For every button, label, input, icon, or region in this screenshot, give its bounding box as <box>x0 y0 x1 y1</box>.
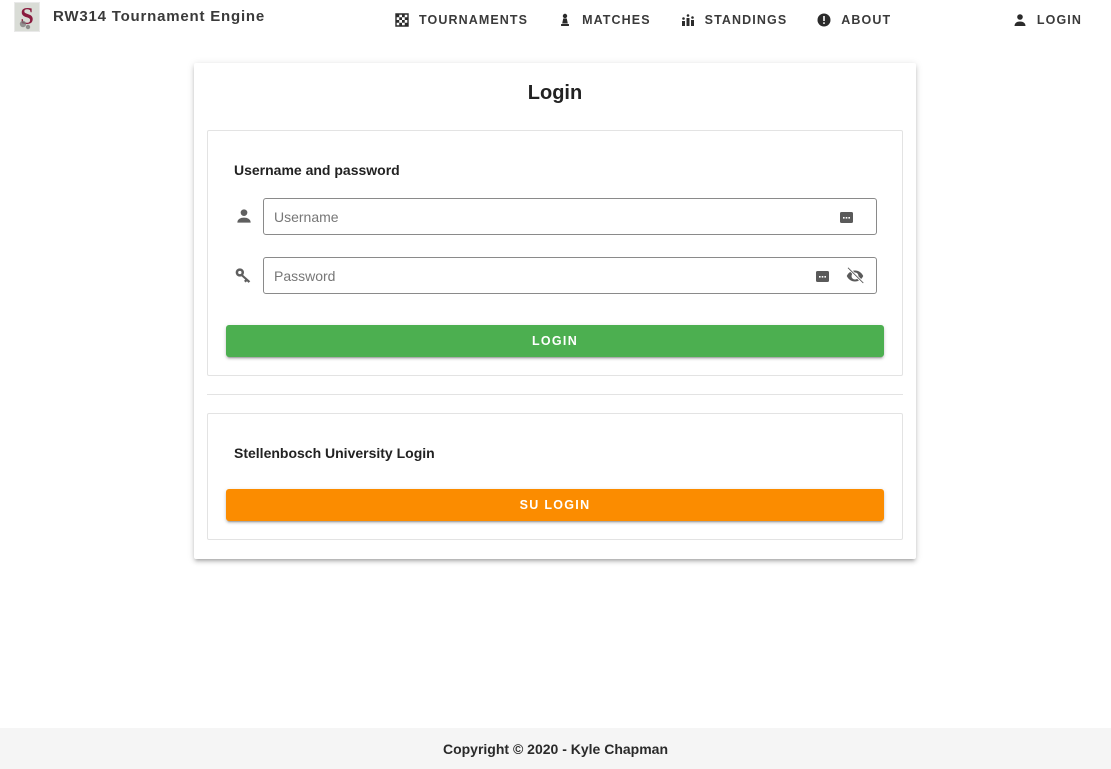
nav-login[interactable]: Login <box>998 2 1097 38</box>
nav-standings[interactable]: Standings <box>666 2 803 38</box>
main-nav: Tournaments Matches <box>380 0 906 40</box>
footer: Copyright © 2020 - Kyle Chapman <box>0 728 1111 769</box>
username-input[interactable] <box>274 199 794 234</box>
podium-icon <box>681 13 695 27</box>
app-title: RW314 Tournament Engine <box>53 8 266 25</box>
account-icon <box>234 206 254 226</box>
login-card: Login Username and password Username LOG… <box>194 63 916 559</box>
nav-login-label: Login <box>1036 13 1082 27</box>
su-login-panel: Stellenbosch University Login SU Login <box>207 413 903 540</box>
username-row <box>234 198 878 235</box>
nav-tournaments-label: Tournaments <box>419 13 529 27</box>
checkerboard-icon <box>395 13 409 27</box>
page-title: Login <box>527 82 583 104</box>
section-divider <box>207 394 903 395</box>
key-icon <box>234 265 254 285</box>
su-login-heading: Stellenbosch University Login <box>234 445 435 461</box>
su-logo-icon: S <box>14 2 40 32</box>
info-icon <box>817 13 831 27</box>
account-icon <box>1013 13 1027 27</box>
copyright-text: Copyright © 2020 - Kyle Chapman <box>442 740 669 757</box>
username-field[interactable] <box>263 198 877 235</box>
password-row <box>234 257 878 294</box>
password-manager-icon[interactable] <box>840 210 853 223</box>
nav-tournaments[interactable]: Tournaments <box>380 2 543 38</box>
nav-standings-label: Standings <box>704 13 788 27</box>
eye-off-icon[interactable] <box>844 265 866 287</box>
password-input[interactable] <box>274 258 794 293</box>
app-root: S RW314 Tournament Engine TOURNAMENTS MA… <box>0 0 1111 769</box>
credentials-heading: Username and password <box>234 162 400 178</box>
top-app-bar: S RW314 Tournament Engine TOURNAMENTS MA… <box>0 0 1111 40</box>
nav-about[interactable]: About <box>802 2 906 38</box>
su-login-button[interactable]: SU Login <box>226 489 884 521</box>
password-manager-icon[interactable] <box>816 269 829 282</box>
brand[interactable]: S RW314 Tournament Engine <box>14 2 265 32</box>
nav-matches[interactable]: Matches <box>543 2 666 38</box>
nav-about-label: About <box>841 13 892 27</box>
nav-matches-label: Matches <box>582 13 651 27</box>
login-button[interactable]: Login <box>226 325 884 357</box>
password-field[interactable] <box>263 257 877 294</box>
chess-pawn-icon <box>558 13 572 27</box>
credentials-panel: Username and password Username LOGIN <box>207 130 903 376</box>
